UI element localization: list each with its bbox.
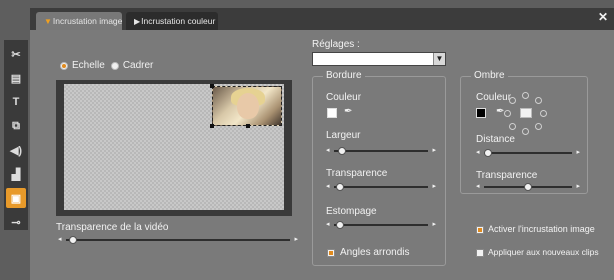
plug-icon[interactable]: ⊸ xyxy=(6,212,26,232)
shadow-direction-dial[interactable] xyxy=(504,92,548,136)
direction-dot-ne[interactable] xyxy=(535,97,542,104)
eyedropper-icon[interactable]: ✒ xyxy=(344,106,352,117)
chevron-down-icon[interactable]: ▼ xyxy=(433,53,445,65)
resize-handle[interactable] xyxy=(210,124,214,128)
direction-dot-w[interactable] xyxy=(504,110,511,117)
video-transparency-label: Transparence de la vidéo xyxy=(56,222,169,233)
direction-dot-nw[interactable] xyxy=(509,97,516,104)
scale-radio-label: Echelle xyxy=(72,60,105,71)
border-title: Bordure xyxy=(323,70,365,81)
slider-left-arrow-icon[interactable]: ◂ xyxy=(326,220,330,230)
slider-track xyxy=(334,186,428,188)
audio-icon[interactable]: ◀) xyxy=(6,140,26,160)
slider-right-arrow-icon[interactable]: ▸ xyxy=(432,146,436,156)
slider-left-arrow-icon[interactable]: ◂ xyxy=(476,148,480,158)
thumbnail-face xyxy=(237,93,259,119)
shadow-transparency-label: Transparence xyxy=(476,170,538,181)
scissors-icon[interactable]: ✂ xyxy=(6,44,26,64)
slider-right-arrow-icon[interactable]: ▸ xyxy=(294,235,298,245)
triangle-down-icon: ▼ xyxy=(44,17,52,26)
border-color-label: Couleur xyxy=(326,92,362,103)
inset-video-thumbnail[interactable] xyxy=(212,86,282,126)
slider-knob[interactable] xyxy=(524,183,532,191)
slider-left-arrow-icon[interactable]: ◂ xyxy=(58,235,62,245)
apply-new-clips-label: Appliquer aux nouveaux clips xyxy=(488,247,599,257)
left-toolbar: ✂ ▤ T ⧉ ◀) ▟ ▣ ⊸ xyxy=(4,40,28,230)
border-blur-slider[interactable]: ◂ ▸ xyxy=(326,220,436,230)
border-color-swatch[interactable] xyxy=(327,108,337,118)
slider-right-arrow-icon[interactable]: ▸ xyxy=(432,182,436,192)
tab-color-label: Incrustation couleur xyxy=(141,16,216,26)
slider-knob[interactable] xyxy=(68,236,77,244)
settings-label: Réglages : xyxy=(312,39,360,50)
text-icon[interactable]: T xyxy=(6,92,26,112)
overlay-icon[interactable]: ▣ xyxy=(6,188,26,208)
apply-new-clips-checkbox[interactable] xyxy=(476,249,484,257)
video-transparency-slider[interactable]: ◂ ▸ xyxy=(58,235,298,245)
slider-right-arrow-icon[interactable]: ▸ xyxy=(432,220,436,230)
tab-color-overlay[interactable]: ▶Incrustation couleur xyxy=(126,12,218,30)
direction-preview xyxy=(520,108,532,118)
app-frame: ▼Incrustation image ▶Incrustation couleu… xyxy=(0,0,614,280)
slider-knob[interactable] xyxy=(335,183,344,191)
triangle-right-icon: ▶ xyxy=(134,17,141,26)
slider-track xyxy=(334,150,428,152)
close-icon[interactable]: ✕ xyxy=(598,10,608,24)
rounded-corners-checkbox[interactable] xyxy=(327,249,335,257)
preview-frame xyxy=(56,80,292,216)
scale-radio[interactable] xyxy=(60,61,68,70)
border-width-label: Largeur xyxy=(326,130,361,141)
slider-track xyxy=(484,152,572,154)
resize-handle[interactable] xyxy=(246,124,250,128)
enable-overlay-checkbox[interactable] xyxy=(476,226,484,234)
shadow-color-swatch[interactable] xyxy=(476,108,486,118)
titles-icon[interactable]: ▤ xyxy=(6,68,26,88)
clapboard-icon[interactable]: ▟ xyxy=(6,164,26,184)
shadow-distance-slider[interactable]: ◂ ▸ xyxy=(476,148,580,158)
direction-dot-e[interactable] xyxy=(540,110,547,117)
settings-dropdown[interactable]: ▼ xyxy=(312,52,446,66)
slider-right-arrow-icon[interactable]: ▸ xyxy=(576,182,580,192)
resize-handle[interactable] xyxy=(210,84,214,88)
mode-radio-group: Echelle Cadrer xyxy=(60,60,159,71)
slider-left-arrow-icon[interactable]: ◂ xyxy=(326,146,330,156)
transitions-icon[interactable]: ⧉ xyxy=(6,116,26,136)
slider-track xyxy=(66,239,290,241)
tab-image-overlay[interactable]: ▼Incrustation image xyxy=(36,12,122,30)
rounded-corners-label: Angles arrondis xyxy=(340,247,410,258)
tab-image-label: Incrustation image xyxy=(52,16,123,26)
border-blur-label: Estompage xyxy=(326,206,377,217)
direction-dot-sw[interactable] xyxy=(509,123,516,130)
enable-overlay-label: Activer l'incrustation image xyxy=(488,224,595,234)
slider-left-arrow-icon[interactable]: ◂ xyxy=(326,182,330,192)
shadow-title: Ombre xyxy=(471,70,508,81)
frame-radio-label: Cadrer xyxy=(122,60,154,71)
border-transparency-slider[interactable]: ◂ ▸ xyxy=(326,182,436,192)
shadow-transparency-slider[interactable]: ◂ ▸ xyxy=(476,182,580,192)
border-transparency-label: Transparence xyxy=(326,168,388,179)
slider-knob[interactable] xyxy=(337,147,346,155)
slider-knob[interactable] xyxy=(335,221,344,229)
slider-knob[interactable] xyxy=(483,149,492,157)
overlay-panel: Echelle Cadrer Transparence de la vidéo … xyxy=(30,30,614,280)
preview-canvas xyxy=(64,84,284,210)
direction-dot-s[interactable] xyxy=(522,128,529,135)
tab-strip: ▼Incrustation image ▶Incrustation couleu… xyxy=(30,8,614,30)
border-width-slider[interactable]: ◂ ▸ xyxy=(326,146,436,156)
slider-track xyxy=(334,224,428,226)
direction-dot-se[interactable] xyxy=(535,123,542,130)
direction-dot-n[interactable] xyxy=(522,92,529,99)
slider-left-arrow-icon[interactable]: ◂ xyxy=(476,182,480,192)
frame-radio[interactable] xyxy=(110,61,119,70)
slider-right-arrow-icon[interactable]: ▸ xyxy=(576,148,580,158)
